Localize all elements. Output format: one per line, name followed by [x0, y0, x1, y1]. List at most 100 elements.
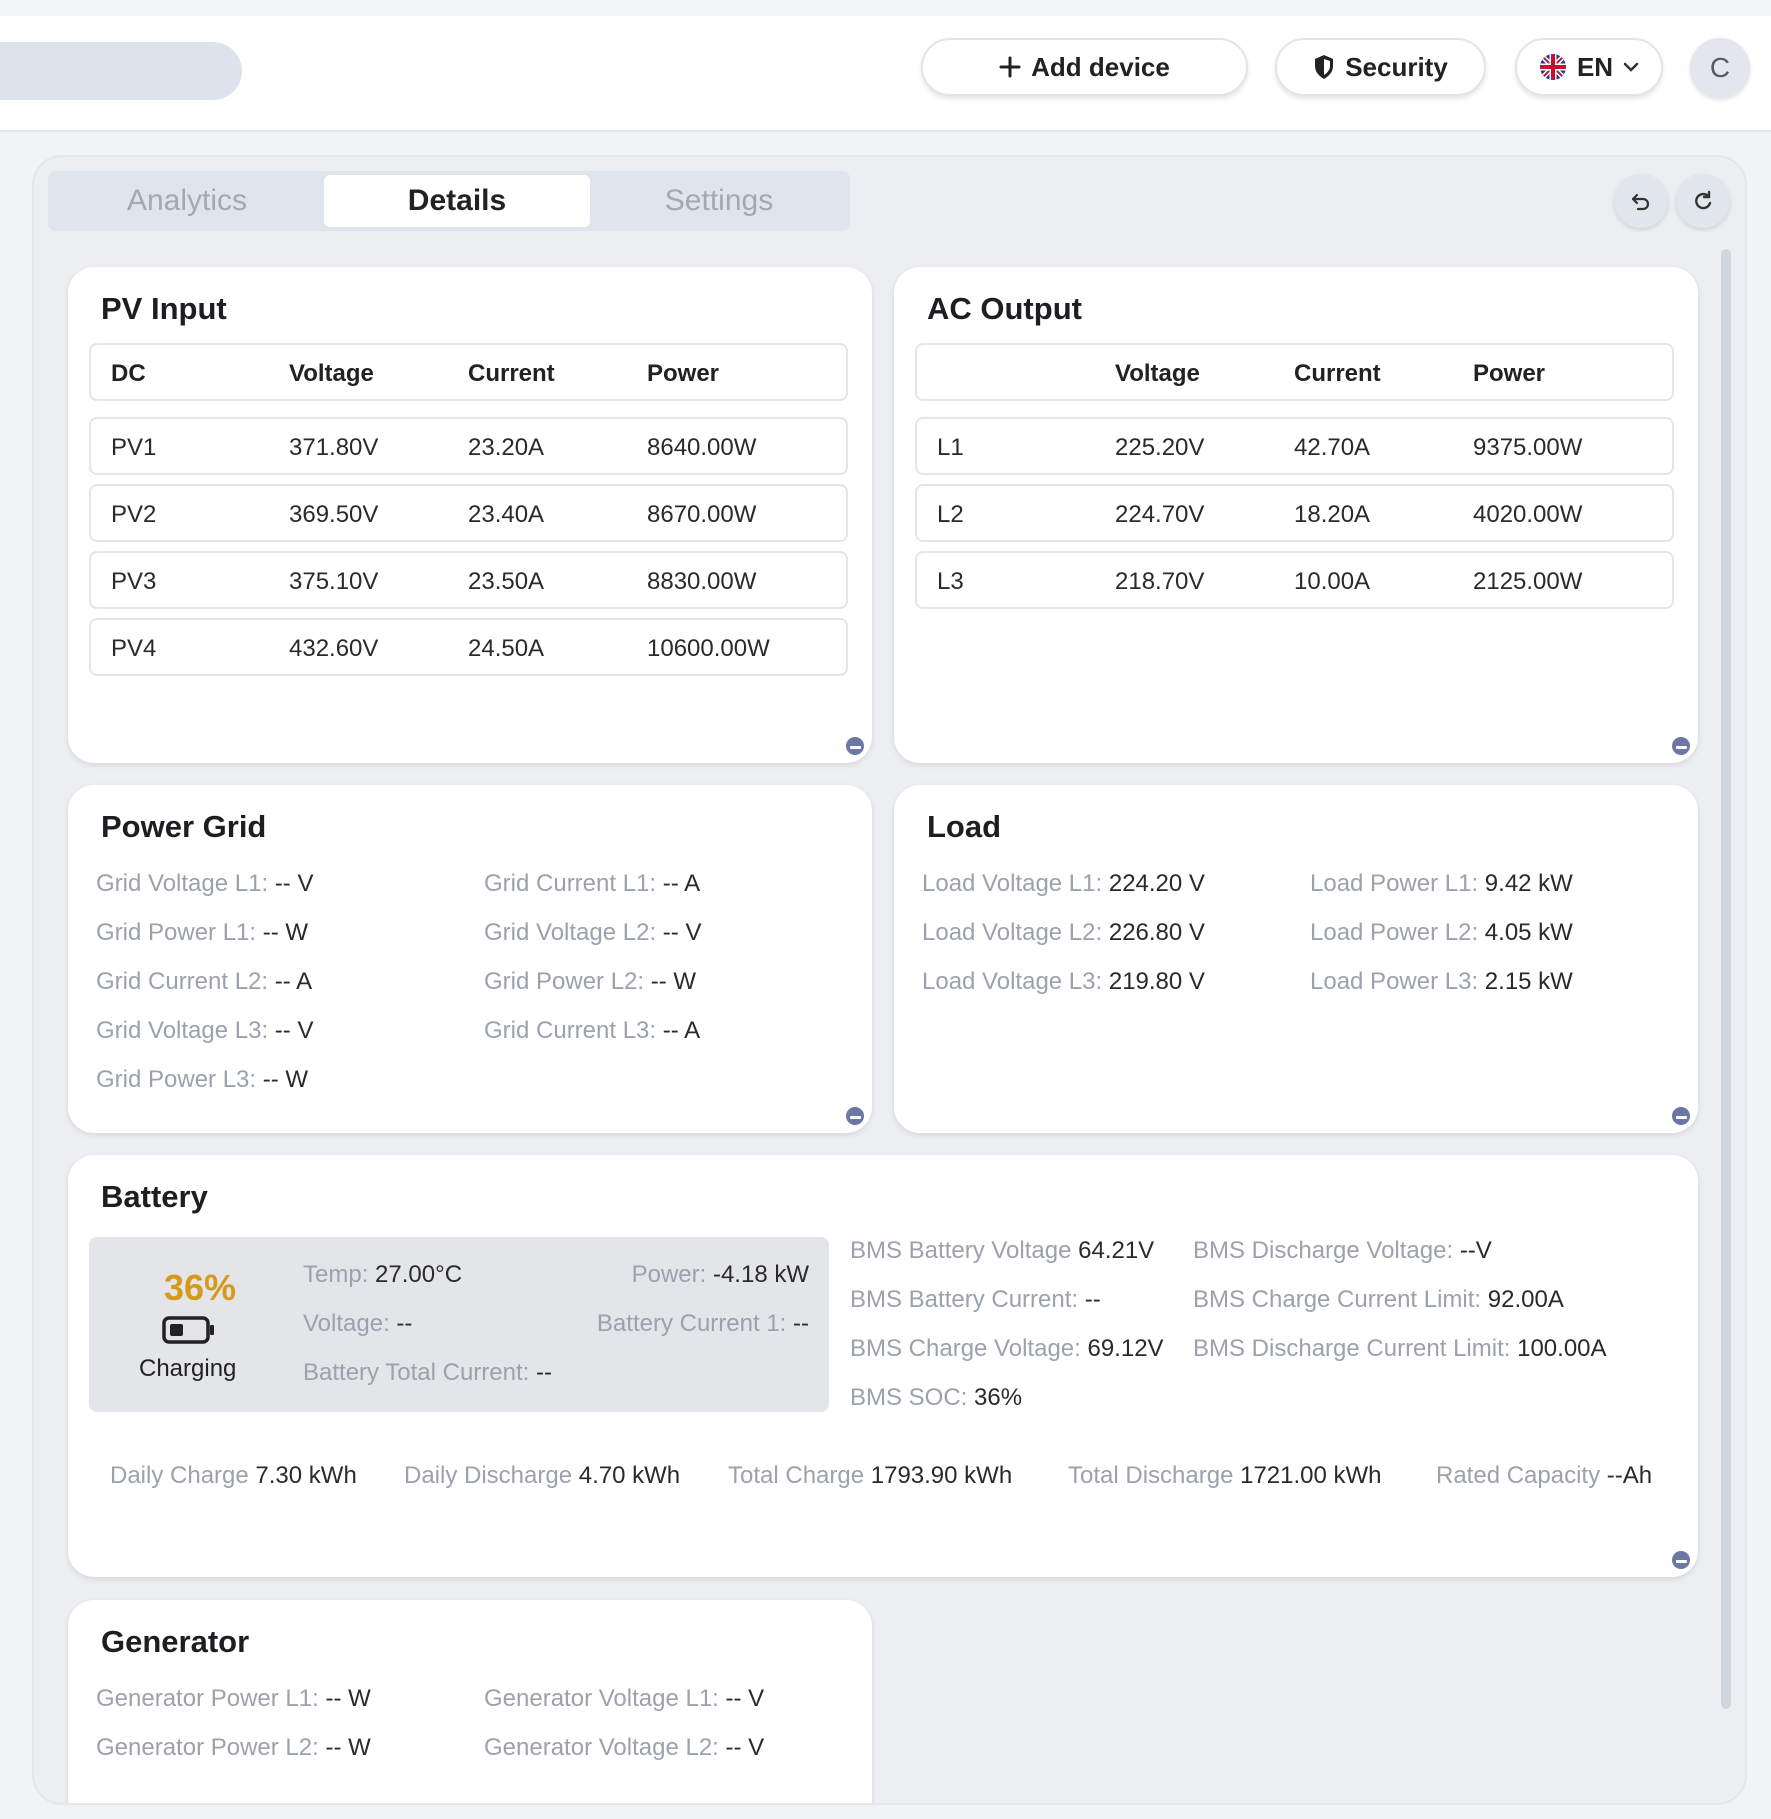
- header-cell: DC: [111, 360, 146, 387]
- table-row: L3 218.70V 10.00A 2125.00W: [915, 551, 1674, 609]
- table-cell: 369.50V: [289, 501, 379, 528]
- kv-label: Temp:: [303, 1261, 369, 1288]
- security-button[interactable]: Security: [1275, 38, 1486, 96]
- generator-card: Generator Generator Power L1: -- W Gener…: [68, 1600, 872, 1803]
- tab-analytics[interactable]: Analytics: [52, 175, 322, 227]
- kv-value: --: [793, 1310, 809, 1337]
- battery-voltage: Voltage: --: [303, 1310, 412, 1338]
- kv-value: --Ah: [1606, 1462, 1653, 1489]
- kv-value: 4.70 kWh: [578, 1462, 681, 1489]
- load-voltage-l1: Load Voltage L1: 224.20 V: [922, 870, 1205, 898]
- kv-value: 226.80 V: [1108, 919, 1205, 946]
- kv-label: Voltage:: [303, 1310, 390, 1337]
- resize-handle[interactable]: [846, 1107, 864, 1125]
- kv-label: Battery Total Current:: [303, 1359, 530, 1386]
- load-title: Load: [927, 809, 1002, 844]
- resize-handle[interactable]: [1672, 737, 1690, 755]
- table-cell: 224.70V: [1115, 501, 1205, 528]
- kv-label: Load Power L3:: [1310, 968, 1479, 995]
- table-row: PV2 369.50V 23.40A 8670.00W: [89, 484, 848, 542]
- kv-label: Grid Current L1:: [484, 870, 657, 897]
- kv-value: -- W: [650, 968, 697, 995]
- kv-value: 1793.90 kWh: [870, 1462, 1013, 1489]
- table-cell: 23.50A: [468, 568, 545, 595]
- kv-label: Rated Capacity: [1436, 1462, 1601, 1489]
- scrollbar[interactable]: [1721, 249, 1731, 1709]
- table-cell: PV1: [111, 434, 157, 461]
- kv-label: Battery Current 1:: [596, 1310, 787, 1337]
- grid-voltage-l1: Grid Voltage L1: -- V: [96, 870, 313, 898]
- shield-icon: [1313, 54, 1335, 80]
- table-row: L2 224.70V 18.20A 4020.00W: [915, 484, 1674, 542]
- grid-power-l2: Grid Power L2: -- W: [484, 968, 696, 996]
- kv-value: -- V: [662, 919, 702, 946]
- kv-value: -4.18 kW: [712, 1261, 809, 1288]
- table-row: PV3 375.10V 23.50A 8830.00W: [89, 551, 848, 609]
- kv-value: 1721.00 kWh: [1240, 1462, 1382, 1489]
- refresh-icon: [1692, 190, 1714, 212]
- table-cell: 8830.00W: [647, 568, 757, 595]
- ac-table-header: Voltage Current Power: [915, 343, 1674, 401]
- kv-value: --: [1084, 1286, 1101, 1313]
- kv-value: 69.12V: [1087, 1335, 1164, 1362]
- language-label: EN: [1576, 51, 1614, 82]
- avatar[interactable]: C: [1690, 38, 1750, 98]
- add-device-label: Add device: [1031, 51, 1170, 82]
- kv-label: Generator Power L2:: [96, 1734, 319, 1761]
- daily-discharge: Daily Discharge 4.70 kWh: [404, 1462, 680, 1490]
- table-cell: 8640.00W: [647, 434, 757, 461]
- table-cell: 42.70A: [1294, 434, 1371, 461]
- search-bar[interactable]: [0, 42, 242, 100]
- table-cell: L2: [937, 501, 964, 528]
- kv-label: Load Voltage L3:: [922, 968, 1103, 995]
- table-cell: 371.80V: [289, 434, 379, 461]
- kv-value: 27.00°C: [375, 1261, 463, 1288]
- kv-label: Load Voltage L2:: [922, 919, 1103, 946]
- uk-flag-icon: [1539, 53, 1567, 81]
- header-cell: Current: [468, 360, 555, 387]
- table-cell: 8670.00W: [647, 501, 757, 528]
- header-cell: Voltage: [1115, 360, 1200, 387]
- refresh-button[interactable]: [1676, 174, 1730, 228]
- resize-handle[interactable]: [1672, 1551, 1690, 1569]
- kv-value: 224.20 V: [1108, 870, 1205, 897]
- battery-card: Battery 36% Charging Temp: 27.00°C Power…: [68, 1155, 1698, 1577]
- add-device-button[interactable]: Add device: [921, 38, 1248, 96]
- undo-button[interactable]: [1614, 174, 1668, 228]
- table-cell: 218.70V: [1115, 568, 1205, 595]
- kv-label: Grid Power L3:: [96, 1066, 257, 1093]
- table-cell: 10600.00W: [647, 635, 770, 662]
- bms-charge-voltage: BMS Charge Voltage: 69.12V: [850, 1335, 1164, 1363]
- language-selector[interactable]: EN: [1515, 38, 1663, 96]
- tab-settings[interactable]: Settings: [592, 175, 846, 227]
- kv-label: BMS Charge Voltage:: [850, 1335, 1081, 1362]
- battery-total-current: Battery Total Current: --: [303, 1359, 552, 1387]
- table-row: PV1 371.80V 23.20A 8640.00W: [89, 417, 848, 475]
- table-cell: PV2: [111, 501, 157, 528]
- battery-soc: 36%: [164, 1267, 237, 1308]
- table-cell: 23.40A: [468, 501, 545, 528]
- generator-voltage-l2: Generator Voltage L2: -- V: [484, 1734, 764, 1762]
- kv-label: Total Charge: [728, 1462, 865, 1489]
- tab-details[interactable]: Details: [324, 175, 590, 227]
- battery-summary: 36% Charging Temp: 27.00°C Power: -4.18 …: [89, 1237, 829, 1412]
- table-cell: 4020.00W: [1473, 501, 1583, 528]
- ac-output-title: AC Output: [927, 291, 1082, 326]
- kv-value: 36%: [974, 1384, 1023, 1411]
- battery-current-1: Battery Current 1: --: [597, 1310, 809, 1338]
- table-cell: L1: [937, 434, 964, 461]
- kv-label: Power:: [631, 1261, 707, 1288]
- kv-value: -- A: [662, 870, 701, 897]
- resize-handle[interactable]: [1672, 1107, 1690, 1125]
- kv-label: Grid Power L2:: [484, 968, 645, 995]
- header-cell: Power: [1473, 360, 1546, 387]
- security-label: Security: [1345, 51, 1448, 82]
- generator-voltage-l1: Generator Voltage L1: -- V: [484, 1685, 764, 1713]
- kv-label: BMS Discharge Current Limit:: [1193, 1335, 1511, 1362]
- grid-power-l1: Grid Power L1: -- W: [96, 919, 308, 947]
- kv-value: --: [396, 1310, 413, 1337]
- table-row: L1 225.20V 42.70A 9375.00W: [915, 417, 1674, 475]
- power-grid-title: Power Grid: [101, 809, 267, 844]
- resize-handle[interactable]: [846, 737, 864, 755]
- bms-battery-voltage: BMS Battery Voltage 64.21V: [850, 1237, 1154, 1265]
